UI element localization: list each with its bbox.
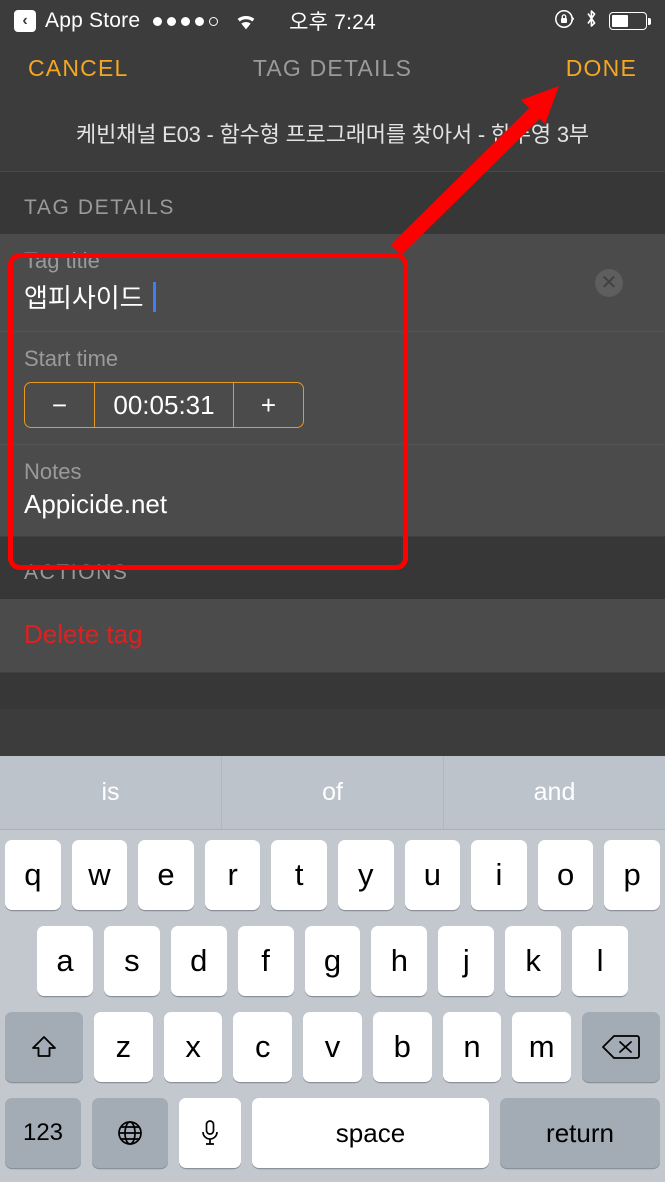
key-t[interactable]: t <box>271 840 327 910</box>
decrement-button[interactable]: − <box>25 383 95 427</box>
key-k[interactable]: k <box>505 926 562 996</box>
key-z[interactable]: z <box>93 1012 153 1082</box>
status-bar: ‹ App Store 오후 7:24 <box>0 0 665 42</box>
status-bar-right <box>554 8 651 34</box>
clear-circle-icon[interactable]: ✕ <box>595 268 623 297</box>
shift-up-arrow-icon[interactable] <box>4 1012 83 1082</box>
key-q[interactable]: q <box>5 840 61 910</box>
chevron-left-icon[interactable]: ‹ <box>14 10 36 32</box>
start-time-stepper: − 00:05:31 + <box>24 382 304 428</box>
key-h[interactable]: h <box>371 926 428 996</box>
row-tag-title[interactable]: Tag title 앱피사이드 ✕ <box>0 234 665 332</box>
key-r[interactable]: r <box>204 840 261 910</box>
signal-strength-dots <box>153 16 219 26</box>
key-o[interactable]: o <box>537 840 594 910</box>
keyboard-rows: q w e r t y u i o p a s d f g h j k l z … <box>0 830 665 1182</box>
notes-label: Notes <box>24 459 82 484</box>
key-v[interactable]: v <box>303 1012 362 1082</box>
key-i[interactable]: i <box>471 840 527 910</box>
signal-dot <box>181 16 191 26</box>
key-y[interactable]: y <box>338 840 394 910</box>
globe-icon[interactable] <box>92 1098 168 1168</box>
keyboard-row-2: a s d f g h j k l <box>5 926 660 996</box>
numbers-key[interactable]: 123 <box>5 1098 81 1168</box>
on-screen-keyboard: is of and q w e r t y u i o p a s d f g … <box>0 756 665 1182</box>
signal-dot-empty <box>209 16 219 26</box>
prediction-2[interactable]: of <box>221 756 443 829</box>
tag-title-value-wrap: 앱피사이드 <box>24 278 641 315</box>
prediction-3[interactable]: and <box>443 756 665 829</box>
key-d[interactable]: d <box>170 926 227 996</box>
tag-title-label: Tag title <box>24 248 100 273</box>
key-g[interactable]: g <box>304 926 361 996</box>
back-app-label: App Store <box>45 9 141 32</box>
start-time-value[interactable]: 00:05:31 <box>95 383 233 427</box>
row-notes[interactable]: Notes Appicide.net <box>0 445 665 537</box>
actions-list: Delete tag <box>0 599 665 673</box>
signal-dot <box>167 16 177 26</box>
signal-dot <box>153 16 163 26</box>
key-b[interactable]: b <box>372 1012 432 1082</box>
key-j[interactable]: j <box>438 926 495 996</box>
key-s[interactable]: s <box>103 926 160 996</box>
signal-dot <box>195 16 205 26</box>
tag-title-input[interactable]: 앱피사이드 <box>24 278 144 315</box>
delete-tag-label: Delete tag <box>24 619 143 649</box>
row-start-time: Start time − 00:05:31 + <box>0 332 665 445</box>
section-header-actions: ACTIONS <box>0 537 665 599</box>
key-n[interactable]: n <box>442 1012 502 1082</box>
wifi-icon <box>233 12 259 31</box>
key-f[interactable]: f <box>237 926 294 996</box>
phone-screen: ‹ App Store 오후 7:24 CANCEL TAG DETAILS D… <box>0 0 665 1182</box>
bluetooth-icon <box>585 8 598 34</box>
keyboard-row-4: 123 space return <box>5 1098 660 1168</box>
section-header-tag-details: TAG DETAILS <box>0 172 665 234</box>
start-time-label: Start time <box>24 346 119 371</box>
increment-button[interactable]: + <box>233 383 303 427</box>
key-a[interactable]: a <box>37 926 93 996</box>
rotation-lock-icon <box>554 9 574 34</box>
done-button[interactable]: DONE <box>566 55 637 82</box>
predictive-text-bar: is of and <box>0 756 665 830</box>
key-u[interactable]: u <box>404 840 461 910</box>
key-p[interactable]: p <box>604 840 660 910</box>
key-w[interactable]: w <box>71 840 128 910</box>
microphone-icon[interactable] <box>179 1098 241 1168</box>
backspace-icon[interactable] <box>582 1012 661 1082</box>
key-x[interactable]: x <box>163 1012 223 1082</box>
prediction-1[interactable]: is <box>0 756 221 829</box>
space-key[interactable]: space <box>252 1098 489 1168</box>
battery-icon <box>608 12 651 30</box>
status-bar-left[interactable]: ‹ App Store <box>14 9 259 33</box>
keyboard-row-3: z x c v b n m <box>4 1012 661 1082</box>
keyboard-row-1: q w e r t y u i o p <box>5 840 660 910</box>
notes-input[interactable]: Appicide.net <box>24 489 641 520</box>
episode-title: 케빈채널 E03 - 함수형 프로그래머를 찾아서 - 한주영 3부 <box>0 94 665 172</box>
return-key[interactable]: return <box>500 1098 660 1168</box>
key-c[interactable]: c <box>233 1012 293 1082</box>
tag-details-fields: Tag title 앱피사이드 ✕ Start time − 00:05:31 … <box>0 234 665 537</box>
key-e[interactable]: e <box>138 840 194 910</box>
content-filler <box>0 673 665 709</box>
key-l[interactable]: l <box>572 926 629 996</box>
key-m[interactable]: m <box>512 1012 572 1082</box>
cancel-button[interactable]: CANCEL <box>28 55 129 82</box>
text-cursor <box>152 281 156 312</box>
delete-tag-button[interactable]: Delete tag <box>0 599 665 673</box>
navigation-bar: CANCEL TAG DETAILS DONE <box>0 42 665 94</box>
